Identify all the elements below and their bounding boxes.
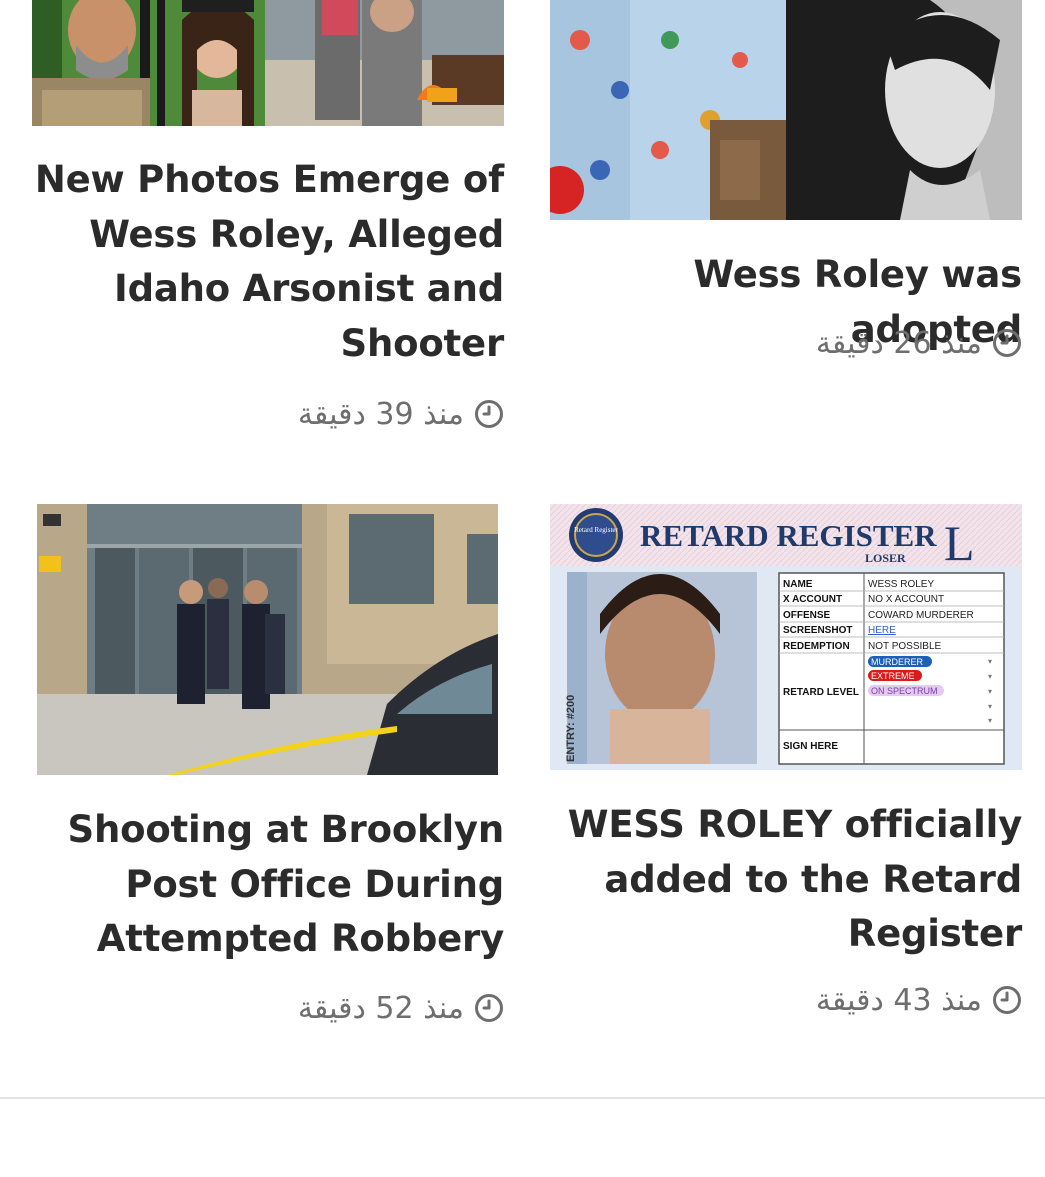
register-seal-text: Retard Register [574,526,618,534]
dropdown-arrow-icon: ▾ [988,716,992,725]
article-title[interactable]: New Photos Emerge of Wess Roley, Alleged… [32,153,504,371]
article-card-adopted[interactable]: Wess Roley was adopted منذ 26 دقيقة [550,0,1022,440]
field-label: X ACCOUNT [783,594,842,605]
article-thumbnail-image [32,0,504,126]
timestamp-text: منذ 43 دقيقة [815,982,982,1018]
dropdown-arrow-icon: ▾ [988,672,992,681]
article-timestamp: منذ 39 دقيقة [32,394,504,434]
news-feed: New Photos Emerge of Wess Roley, Alleged… [0,0,1045,1177]
field-value: NOT POSSIBLE [868,641,942,652]
article-timestamp: منذ 43 دقيقة [550,980,1022,1020]
clock-icon [475,400,503,428]
clock-icon [993,986,1021,1014]
dropdown-arrow-icon: ▾ [988,657,992,666]
field-label: SCREENSHOT [783,625,852,636]
timestamp-text: منذ 26 دقيقة [815,325,982,361]
clock-icon [475,994,503,1022]
article-title[interactable]: Shooting at Brooklyn Post Office During … [37,803,505,967]
section-divider [0,1097,1045,1099]
field-label: NAME [783,579,813,590]
dropdown-arrow-icon: ▾ [988,702,992,711]
screenshot-link: HERE [868,625,896,636]
article-thumbnail[interactable] [37,504,498,775]
register-subheading: LOSER [865,551,906,565]
level-tag-extreme: EXTREME [871,671,915,681]
article-card-brooklyn[interactable]: Shooting at Brooklyn Post Office During … [37,504,504,1044]
article-thumbnail[interactable]: Retard Register RETARD REGISTER LOSER L … [550,504,1022,770]
article-card-register[interactable]: Retard Register RETARD REGISTER LOSER L … [550,504,1022,1044]
sign-label: SIGN HERE [783,741,838,752]
level-label: RETARD LEVEL [783,687,859,698]
article-timestamp: منذ 52 دقيقة [37,988,504,1028]
field-value: WESS ROLEY [868,579,934,590]
field-value: NO X ACCOUNT [868,594,944,605]
article-thumbnail[interactable] [550,0,1022,220]
article-thumbnail[interactable] [32,0,504,126]
field-label: OFFENSE [783,610,831,621]
field-value: COWARD MURDERER [868,610,974,621]
timestamp-text: منذ 39 دقيقة [297,396,464,432]
article-title[interactable]: WESS ROLEY officially added to the Retar… [550,798,1022,962]
level-tag-murderer: MURDERER [871,657,924,667]
level-tag-spectrum: ON SPECTRUM [871,686,938,696]
clock-icon [993,329,1021,357]
article-card-arsonist[interactable]: New Photos Emerge of Wess Roley, Alleged… [32,0,504,440]
article-thumbnail-image [37,504,498,775]
register-card-image: Retard Register RETARD REGISTER LOSER L … [550,504,1022,770]
register-entry-label: ENTRY: #200 [565,695,577,762]
register-heading: RETARD REGISTER [640,518,937,553]
article-thumbnail-image [550,0,1022,220]
dropdown-arrow-icon: ▾ [988,687,992,696]
timestamp-text: منذ 52 دقيقة [297,990,464,1026]
field-label: REDEMPTION [783,641,850,652]
register-badge-letter: L [944,515,975,571]
article-timestamp: منذ 26 دقيقة [550,323,1022,363]
